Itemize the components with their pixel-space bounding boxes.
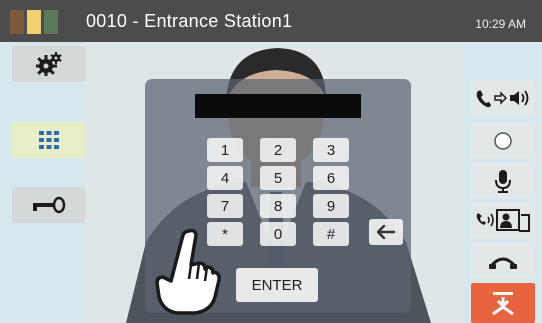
record-button[interactable]: [471, 123, 535, 159]
settings-gear-icon: [35, 52, 62, 76]
pointing-hand-icon: [155, 228, 221, 315]
hang-up-button[interactable]: [471, 243, 535, 279]
key-9[interactable]: 9: [313, 194, 349, 218]
enter-button[interactable]: ENTER: [236, 268, 318, 302]
key-7[interactable]: 7: [207, 194, 243, 218]
status-block-2: [27, 10, 41, 34]
key-6[interactable]: 6: [313, 166, 349, 190]
status-block-1: [10, 10, 24, 34]
key-hash[interactable]: #: [313, 222, 349, 246]
monitor-transfer-icon: [476, 209, 530, 232]
key-8[interactable]: 8: [260, 194, 296, 218]
door-key-button[interactable]: [12, 187, 85, 223]
keypad-display: [195, 94, 361, 118]
arrow-left-icon: [377, 225, 395, 239]
key-2[interactable]: 2: [260, 138, 296, 162]
station-title: 0010 - Entrance Station1: [86, 11, 293, 31]
microphone-button[interactable]: [471, 163, 535, 199]
backspace-button[interactable]: [369, 219, 403, 245]
talk-speaker-button[interactable]: [471, 80, 535, 116]
key-0[interactable]: 0: [260, 222, 296, 246]
monitor-transfer-button[interactable]: [471, 203, 535, 239]
top-status-bar: 0010 - Entrance Station1 10:29 AM: [0, 0, 542, 42]
hang-up-icon: [489, 257, 517, 269]
keypad-grid-icon: [38, 131, 59, 149]
key-1[interactable]: 1: [207, 138, 243, 162]
talk-speaker-icon: [476, 90, 529, 108]
key-3[interactable]: 3: [313, 138, 349, 162]
intercom-screen: 0010 - Entrance Station1 10:29 AM 1 2 3 …: [0, 0, 542, 323]
door-key-icon: [32, 196, 65, 214]
status-indicator-blocks: [10, 10, 58, 34]
record-icon: [494, 132, 512, 150]
key-5[interactable]: 5: [260, 166, 296, 190]
settings-button[interactable]: [12, 46, 85, 82]
key-4[interactable]: 4: [207, 166, 243, 190]
clock-time: 10:29 AM: [475, 17, 526, 31]
door-release-button[interactable]: [471, 283, 535, 323]
microphone-icon: [495, 170, 511, 193]
door-release-icon: [492, 292, 514, 316]
keypad-toggle-button[interactable]: [12, 122, 85, 158]
status-block-3: [44, 10, 58, 34]
